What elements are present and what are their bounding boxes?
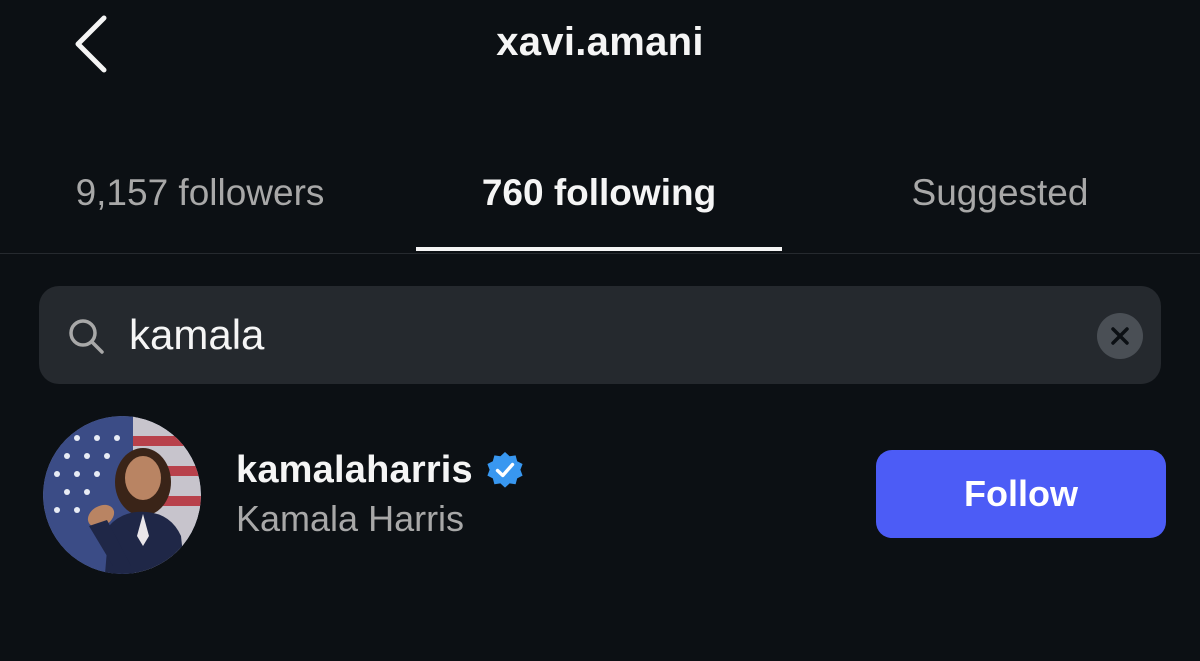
full-name: Kamala Harris — [236, 498, 465, 539]
page-title: xavi.amani — [496, 20, 704, 64]
username[interactable]: kamalaharris — [236, 449, 473, 492]
tab-followers[interactable]: 9,157 followers — [0, 150, 400, 254]
active-tab-indicator — [416, 247, 782, 251]
follow-button[interactable]: Follow — [876, 450, 1166, 538]
search-icon — [69, 319, 104, 354]
username-line: kamalaharris — [236, 446, 525, 494]
tabs-divider — [0, 253, 1200, 254]
tab-suggested[interactable]: Suggested — [800, 150, 1200, 254]
tab-following[interactable]: 760 following — [416, 150, 782, 254]
tab-bar: 9,157 followers 760 following Suggested — [0, 150, 1200, 254]
search-bar[interactable] — [39, 286, 1161, 384]
search-input[interactable] — [129, 304, 1079, 366]
following-screen: xavi.amani 9,157 followers 760 following… — [0, 0, 1200, 661]
avatar[interactable] — [43, 416, 201, 574]
avatar-photo — [43, 416, 201, 574]
verified-badge-icon — [487, 452, 523, 488]
list-item[interactable]: kamalaharris Kamala Harris Follow — [0, 410, 1200, 580]
clear-icon — [1111, 327, 1129, 345]
header: xavi.amani — [0, 0, 1200, 90]
clear-search-button[interactable] — [1097, 313, 1143, 359]
